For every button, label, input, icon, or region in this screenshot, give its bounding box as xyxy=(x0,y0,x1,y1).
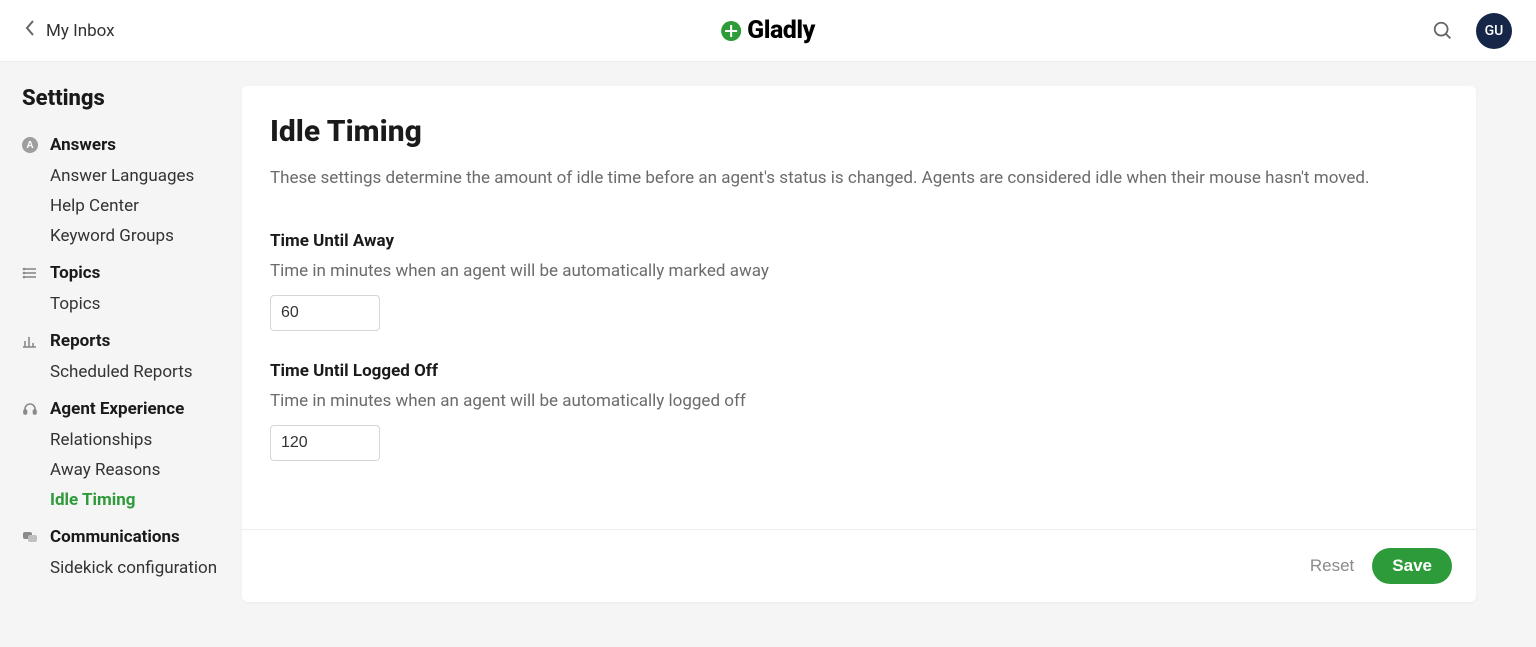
nav-item-topics[interactable]: Topics xyxy=(20,289,242,319)
nav-item-keyword-groups[interactable]: Keyword Groups xyxy=(20,221,242,251)
nav-header-reports[interactable]: Reports xyxy=(20,325,242,357)
nav-item-relationships[interactable]: Relationships xyxy=(20,425,242,455)
page-body: Settings A Answers Answer Languages Help… xyxy=(0,62,1536,626)
topbar-right: GU xyxy=(1432,13,1512,49)
search-icon[interactable] xyxy=(1432,20,1454,42)
topics-icon xyxy=(22,265,38,281)
nav-header-label: Communications xyxy=(50,527,180,547)
nav-group-agent-experience: Agent Experience Relationships Away Reas… xyxy=(20,393,242,515)
field-help-away: Time in minutes when an agent will be au… xyxy=(270,261,1448,281)
headset-icon xyxy=(22,401,38,417)
main-content: Idle Timing These settings determine the… xyxy=(242,86,1536,602)
field-time-until-away: Time Until Away Time in minutes when an … xyxy=(270,231,1448,331)
chat-icon xyxy=(22,529,38,545)
nav-header-agent-experience[interactable]: Agent Experience xyxy=(20,393,242,425)
time-until-logged-off-input[interactable] xyxy=(270,425,380,461)
back-my-inbox-link[interactable]: My Inbox xyxy=(24,19,115,42)
sidebar-title: Settings xyxy=(20,86,242,111)
nav-item-scheduled-reports[interactable]: Scheduled Reports xyxy=(20,357,242,387)
answers-icon: A xyxy=(22,137,38,153)
field-label-away: Time Until Away xyxy=(270,231,1448,251)
page-title: Idle Timing xyxy=(270,114,1448,149)
field-help-logoff: Time in minutes when an agent will be au… xyxy=(270,391,1448,411)
svg-text:A: A xyxy=(26,140,33,151)
nav-item-help-center[interactable]: Help Center xyxy=(20,191,242,221)
nav-header-label: Agent Experience xyxy=(50,399,184,419)
settings-card: Idle Timing These settings determine the… xyxy=(242,86,1476,602)
nav-header-communications[interactable]: Communications xyxy=(20,521,242,553)
save-button[interactable]: Save xyxy=(1372,548,1452,584)
settings-sidebar: Settings A Answers Answer Languages Help… xyxy=(20,86,242,602)
nav-item-away-reasons[interactable]: Away Reasons xyxy=(20,455,242,485)
field-time-until-logged-off: Time Until Logged Off Time in minutes wh… xyxy=(270,361,1448,461)
nav-group-communications: Communications Sidekick configuration xyxy=(20,521,242,583)
nav-item-sidekick-config[interactable]: Sidekick configuration xyxy=(20,553,242,583)
chevron-left-icon xyxy=(24,19,36,42)
nav-header-label: Reports xyxy=(50,331,110,351)
brand-name: Gladly xyxy=(747,16,815,45)
nav-item-answer-languages[interactable]: Answer Languages xyxy=(20,161,242,191)
nav-header-answers[interactable]: A Answers xyxy=(20,129,242,161)
top-header: My Inbox Gladly GU xyxy=(0,0,1536,62)
avatar-initials: GU xyxy=(1485,23,1504,39)
plus-circle-icon xyxy=(721,21,741,41)
nav-header-topics[interactable]: Topics xyxy=(20,257,242,289)
user-avatar[interactable]: GU xyxy=(1476,13,1512,49)
nav-group-reports: Reports Scheduled Reports xyxy=(20,325,242,387)
nav-group-answers: A Answers Answer Languages Help Center K… xyxy=(20,129,242,251)
reports-icon xyxy=(22,333,38,349)
back-label: My Inbox xyxy=(46,21,115,41)
card-footer: Reset Save xyxy=(242,529,1476,602)
reset-button[interactable]: Reset xyxy=(1310,556,1354,576)
page-description: These settings determine the amount of i… xyxy=(270,167,1448,191)
time-until-away-input[interactable] xyxy=(270,295,380,331)
nav-header-label: Answers xyxy=(50,135,116,155)
card-body: Idle Timing These settings determine the… xyxy=(242,86,1476,529)
brand-logo[interactable]: Gladly xyxy=(721,16,815,45)
nav-item-idle-timing[interactable]: Idle Timing xyxy=(20,485,242,515)
nav-header-label: Topics xyxy=(50,263,100,283)
field-label-logoff: Time Until Logged Off xyxy=(270,361,1448,381)
nav-group-topics: Topics Topics xyxy=(20,257,242,319)
